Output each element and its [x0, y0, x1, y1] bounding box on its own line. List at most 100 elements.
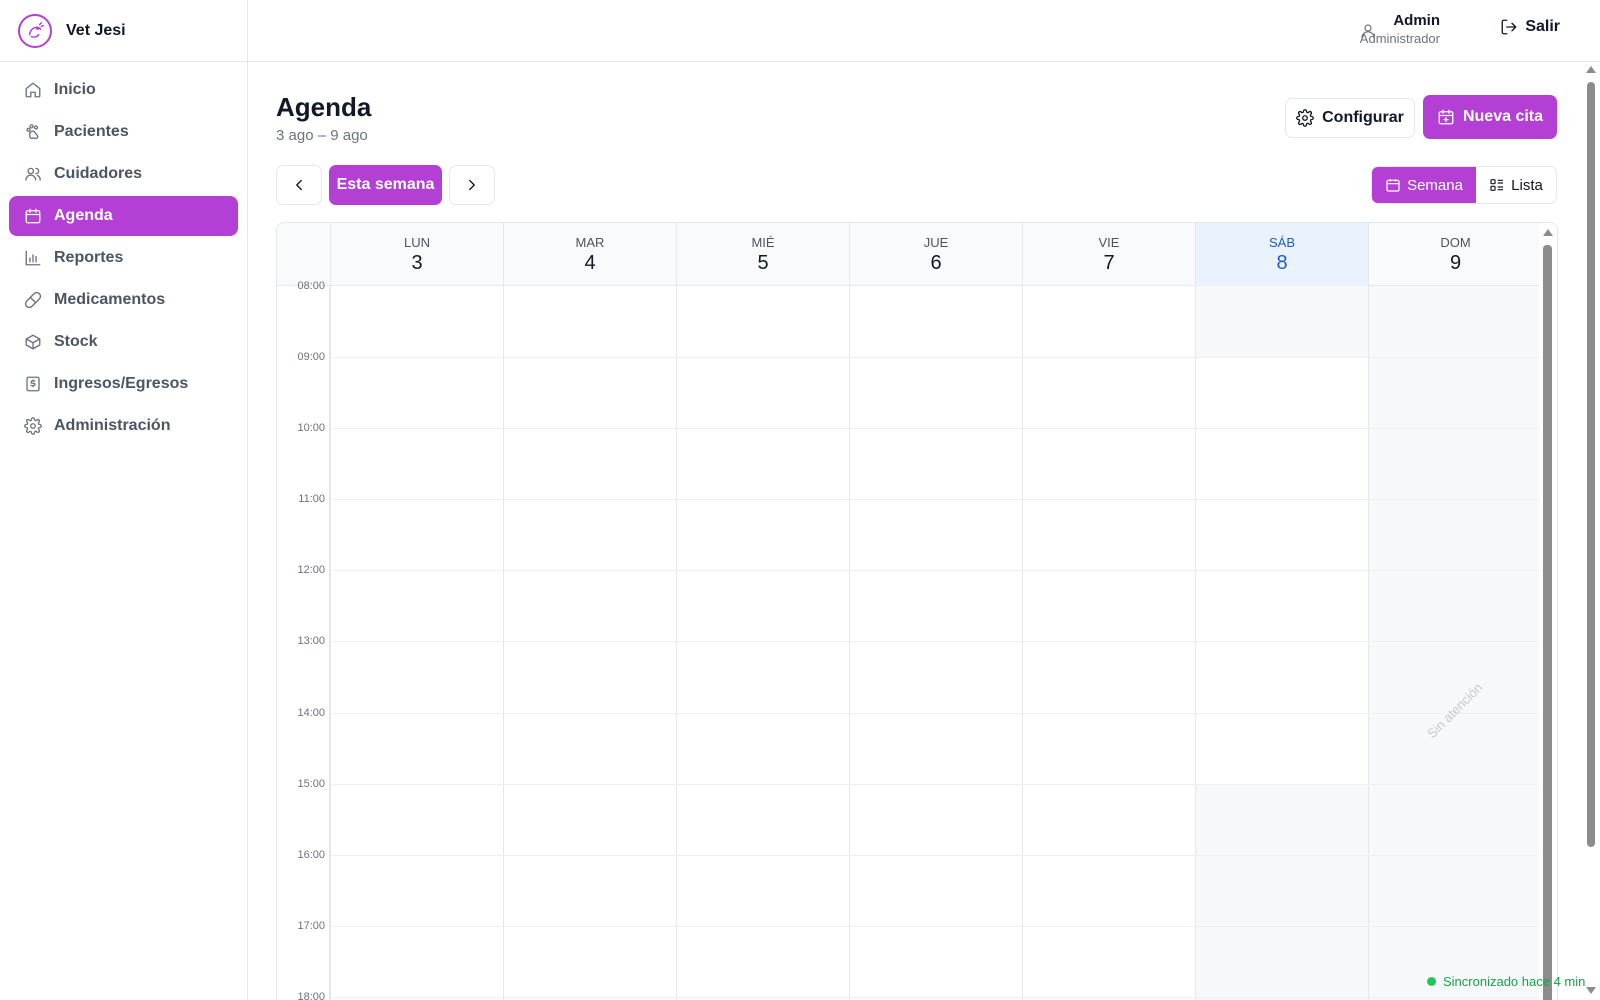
hour-line — [331, 997, 1539, 998]
day-number: 5 — [757, 252, 769, 274]
sidebar-item-ingresos-egresos[interactable]: Ingresos/Egresos — [9, 364, 238, 404]
time-label: 17:00 — [297, 920, 325, 932]
day-column-mar[interactable] — [504, 286, 677, 1000]
day-name: VIE — [1098, 235, 1120, 250]
brand-name: Vet Jesi — [66, 21, 126, 39]
time-label: 15:00 — [297, 778, 325, 790]
hour-line — [331, 784, 1539, 785]
sidebar-item-administracion[interactable]: Administración — [9, 406, 238, 446]
receipt-icon — [26, 376, 40, 392]
scroll-up-arrow-icon[interactable] — [1543, 229, 1553, 236]
pill-icon — [24, 291, 42, 309]
scroll-up-arrow-icon[interactable] — [1586, 66, 1596, 73]
time-column: 08:00 09:00 10:00 11:00 12:00 13:00 14:0… — [277, 280, 331, 1000]
previous-week-button[interactable] — [276, 165, 322, 205]
configure-label: Configurar — [1322, 109, 1404, 126]
sidebar-item-label: Cuidadores — [54, 165, 143, 182]
day-column-mie[interactable] — [677, 286, 850, 1000]
sidebar-item-pacientes[interactable]: Pacientes — [9, 112, 238, 152]
sidebar-item-medicamentos[interactable]: Medicamentos — [9, 280, 238, 320]
time-label: 11:00 — [298, 493, 325, 505]
next-week-button[interactable] — [449, 165, 495, 205]
day-header-dom[interactable]: DOM 9 — [1369, 223, 1542, 286]
calendar-plus-icon — [1438, 109, 1454, 125]
logout-label: Salir — [1525, 18, 1560, 35]
day-header-mie[interactable]: MIÉ 5 — [677, 223, 850, 286]
day-number: 3 — [411, 252, 423, 274]
paw-icon — [26, 124, 39, 140]
chevron-left-icon — [296, 179, 302, 191]
hour-line — [331, 499, 1539, 500]
users-icon — [25, 167, 41, 181]
time-label: 18:00 — [297, 991, 325, 1000]
calendar-header: LUN 3 MAR 4 MIÉ 5 JUE 6 VIE 7 SÁB 8 DOM … — [277, 223, 1539, 286]
sidebar-item-label: Pacientes — [54, 123, 129, 140]
day-name: SÁB — [1268, 235, 1295, 250]
hour-line — [331, 428, 1539, 429]
calendar-corner — [277, 223, 331, 286]
calendar-grid: 08:00 09:00 10:00 11:00 12:00 13:00 14:0… — [277, 280, 1542, 1000]
sidebar: Vet Jesi Inicio Pacientes Cuidadores Age… — [0, 0, 248, 1000]
day-column-lun[interactable] — [331, 286, 504, 1000]
user-role: Administrador — [1359, 31, 1440, 46]
day-header-vie[interactable]: VIE 7 — [1023, 223, 1196, 286]
home-icon — [25, 82, 41, 98]
calendar-scrollbar[interactable] — [1539, 223, 1557, 1000]
page-title: Agenda — [276, 92, 372, 122]
day-column-jue[interactable] — [850, 286, 1023, 1000]
box-icon — [25, 334, 41, 350]
hour-line — [331, 855, 1539, 856]
new-appointment-label: Nueva cita — [1462, 108, 1544, 125]
day-name: DOM — [1440, 235, 1471, 250]
day-number: 7 — [1103, 252, 1115, 274]
sidebar-item-cuidadores[interactable]: Cuidadores — [9, 154, 238, 194]
sidebar-item-reportes[interactable]: Reportes — [9, 238, 238, 278]
gear-icon — [1296, 109, 1314, 127]
day-number: 8 — [1276, 252, 1288, 274]
week-calendar: LUN 3 MAR 4 MIÉ 5 JUE 6 VIE 7 SÁB 8 DOM … — [276, 222, 1558, 1000]
date-range: 3 ago – 9 ago — [276, 127, 368, 144]
day-name: MAR — [575, 235, 605, 250]
list-view-button[interactable]: Lista — [1476, 167, 1556, 203]
day-name: LUN — [403, 235, 430, 250]
day-number: 9 — [1449, 252, 1462, 274]
day-header-mar[interactable]: MAR 4 — [504, 223, 677, 286]
day-column-vie[interactable] — [1023, 286, 1196, 1000]
bar-chart-icon — [25, 250, 41, 266]
gear-icon — [24, 417, 42, 435]
topbar: Admin Administrador Salir — [248, 0, 1600, 62]
time-label: 13:00 — [297, 635, 325, 647]
day-column-sab[interactable] — [1196, 286, 1369, 1000]
time-label: 16:00 — [297, 849, 325, 861]
page-scroll-thumb[interactable] — [1587, 82, 1595, 847]
user-name: Admin — [1393, 12, 1440, 29]
this-week-button[interactable]: Esta semana — [329, 165, 442, 205]
scroll-down-arrow-icon[interactable] — [1586, 987, 1596, 994]
sidebar-item-label: Reportes — [54, 249, 124, 266]
day-header-jue[interactable]: JUE 6 — [850, 223, 1023, 286]
sidebar-item-agenda[interactable]: Agenda — [9, 196, 238, 236]
user-info: Admin Administrador — [1360, 12, 1440, 48]
day-column-dom[interactable] — [1369, 286, 1542, 1000]
hour-line — [331, 357, 1539, 358]
calendar-scroll-thumb[interactable] — [1543, 245, 1552, 1000]
sidebar-item-stock[interactable]: Stock — [9, 322, 238, 362]
logout-button[interactable]: Salir — [1500, 18, 1560, 36]
time-label: 10:00 — [297, 422, 325, 434]
page-scrollbar[interactable] — [1582, 62, 1600, 1000]
list-icon — [1490, 179, 1504, 191]
day-header-lun[interactable]: LUN 3 — [331, 223, 504, 286]
day-header-sab[interactable]: SÁB 8 — [1196, 223, 1369, 286]
this-week-label: Esta semana — [336, 176, 435, 193]
sidebar-item-label: Medicamentos — [54, 291, 166, 308]
new-appointment-button[interactable]: Nueva cita — [1423, 95, 1557, 139]
week-view-button[interactable]: Semana — [1372, 167, 1476, 203]
chevron-right-icon — [469, 179, 475, 191]
hour-line — [331, 641, 1539, 642]
sidebar-item-inicio[interactable]: Inicio — [9, 70, 238, 110]
time-label: 12:00 — [297, 564, 325, 576]
configure-button[interactable]: Configurar — [1285, 98, 1415, 138]
brand[interactable]: Vet Jesi — [0, 0, 247, 62]
view-toggle: Semana Lista — [1371, 166, 1557, 204]
sidebar-item-label: Inicio — [54, 81, 96, 98]
